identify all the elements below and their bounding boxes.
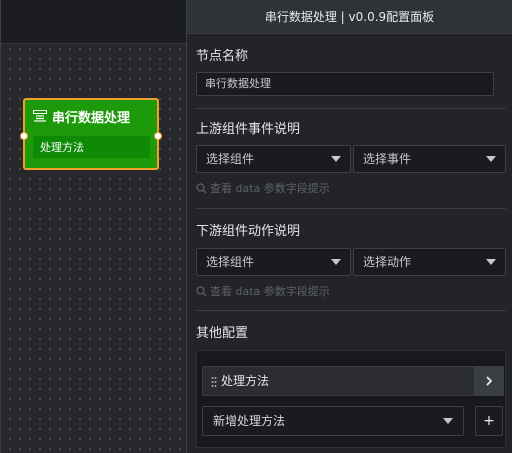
other-config-box: 处理方法 新增处理方法 + [196, 350, 506, 448]
upstream-hint-text: 查看 data 参数字段提示 [210, 182, 330, 195]
upstream-component-select[interactable]: 选择组件 [196, 145, 351, 173]
node-output-port[interactable] [154, 132, 162, 140]
downstream-component-select-value: 选择组件 [206, 255, 255, 269]
other-config-label: 其他配置 [196, 326, 249, 341]
upstream-event-select[interactable]: 选择事件 [353, 145, 506, 173]
node-name-input[interactable]: 串行数据处理 [196, 72, 494, 96]
panel-title: 串行数据处理 | v0.0.9配置面板 [187, 0, 512, 34]
downstream-hint-text: 查看 data 参数字段提示 [210, 285, 330, 298]
search-icon [196, 182, 207, 194]
config-panel: 串行数据处理 | v0.0.9配置面板 节点名称 串行数据处理 上游组件事件说明… [186, 0, 512, 453]
flow-node-serial-processing[interactable]: 串行数据处理 处理方法 [20, 98, 162, 170]
chevron-down-icon [486, 156, 496, 162]
add-method-select[interactable]: 新增处理方法 [202, 406, 464, 436]
divider [196, 108, 506, 109]
drag-handle-icon[interactable] [211, 376, 217, 388]
chevron-down-icon [331, 156, 341, 162]
chevron-right-icon [485, 376, 492, 386]
method-list-item[interactable]: 处理方法 [202, 366, 504, 396]
downstream-data-hint-link[interactable]: 查看 data 参数字段提示 [196, 283, 330, 299]
chevron-down-icon [443, 418, 453, 424]
downstream-section-label: 下游组件动作说明 [196, 224, 301, 239]
chevron-down-icon [486, 259, 496, 265]
add-method-button[interactable]: + [475, 406, 503, 436]
upstream-component-select-value: 选择组件 [206, 152, 255, 166]
downstream-action-select[interactable]: 选择动作 [353, 248, 506, 276]
upstream-section-label: 上游组件事件说明 [196, 122, 301, 137]
upstream-event-select-value: 选择事件 [363, 152, 412, 166]
divider [196, 310, 506, 311]
canvas-toolbar [1, 0, 187, 44]
downstream-action-select-value: 选择动作 [363, 255, 412, 269]
search-icon [196, 285, 207, 297]
flow-canvas[interactable]: 串行数据处理 处理方法 [0, 0, 187, 453]
node-input-port[interactable] [20, 132, 28, 140]
serial-processing-icon [33, 110, 47, 122]
node-method-item[interactable]: 处理方法 [33, 136, 150, 158]
add-method-select-value: 新增处理方法 [213, 414, 286, 428]
node-title: 串行数据处理 [52, 110, 131, 126]
divider [196, 208, 506, 209]
downstream-component-select[interactable]: 选择组件 [196, 248, 351, 276]
expand-method-button[interactable] [473, 367, 503, 395]
upstream-data-hint-link[interactable]: 查看 data 参数字段提示 [196, 180, 330, 196]
method-item-label: 处理方法 [221, 374, 270, 388]
node-header[interactable]: 串行数据处理 [25, 100, 157, 132]
chevron-down-icon [331, 259, 341, 265]
node-name-label: 节点名称 [196, 49, 249, 64]
